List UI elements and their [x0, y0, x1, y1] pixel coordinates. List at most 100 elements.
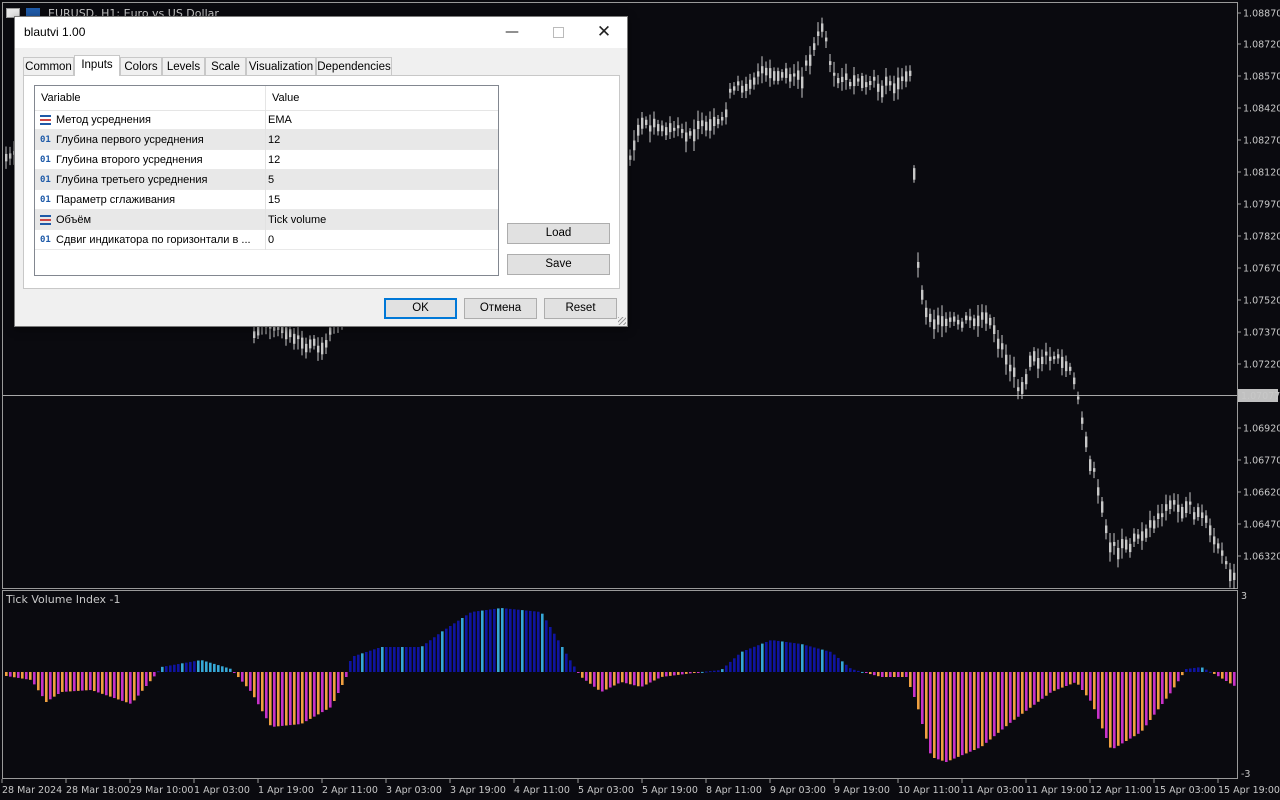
candle-body: [649, 125, 652, 132]
tab-inputs[interactable]: Inputs: [74, 55, 120, 76]
histogram-bar: [397, 647, 400, 672]
candle-body: [877, 83, 880, 92]
histogram-bar: [289, 672, 292, 726]
tab-dependencies[interactable]: Dependencies: [316, 57, 392, 75]
input-row-volume[interactable]: Объём Tick volume: [35, 210, 498, 230]
tab-levels[interactable]: Levels: [162, 57, 205, 75]
histogram-bar: [733, 658, 736, 672]
histogram-bar: [421, 646, 424, 672]
time-label: 3 Apr 19:00: [450, 785, 506, 796]
candle-body: [1117, 547, 1120, 560]
histogram-bar: [1097, 672, 1100, 719]
candle-body: [761, 66, 764, 74]
reset-button[interactable]: Reset: [544, 298, 617, 319]
histogram-bar: [373, 649, 376, 672]
histogram-bar: [81, 672, 84, 691]
histogram-bar: [553, 633, 556, 672]
input-value[interactable]: 12: [268, 150, 280, 170]
input-value[interactable]: 0: [268, 230, 274, 250]
candle-body: [9, 153, 12, 159]
tab-scale[interactable]: Scale: [205, 57, 246, 75]
cancel-button[interactable]: Отмена: [464, 298, 537, 319]
header-value[interactable]: Value: [272, 86, 299, 110]
input-value[interactable]: 15: [268, 190, 280, 210]
candle-body: [965, 315, 968, 321]
histogram-bar: [393, 647, 396, 672]
dialog-titlebar[interactable]: blautvi 1.00 — ✕: [15, 17, 627, 48]
histogram-bar: [461, 618, 464, 672]
histogram-bar: [1229, 672, 1232, 684]
histogram-bar: [641, 672, 644, 687]
candle-body: [893, 83, 896, 94]
candle-body: [821, 23, 824, 32]
grid-header: Variable Value: [35, 86, 498, 111]
histogram-bar: [1045, 672, 1048, 696]
histogram-bar: [913, 672, 916, 697]
candle-body: [737, 81, 740, 86]
histogram-bar: [185, 662, 188, 672]
tab-visualization[interactable]: Visualization: [246, 57, 316, 75]
histogram-bar: [481, 610, 484, 672]
input-row-method[interactable]: Метод усреднения EMA: [35, 110, 498, 130]
input-label: Сдвиг индикатора по горизонтали в ...: [56, 234, 251, 246]
time-label: 5 Apr 03:00: [578, 785, 634, 796]
close-button[interactable]: ✕: [581, 17, 627, 48]
input-row-depth1[interactable]: 01 Глубина первого усреднения 12: [35, 130, 498, 150]
histogram-bar: [849, 668, 852, 672]
ok-button[interactable]: OK: [384, 298, 457, 319]
histogram-bar: [437, 634, 440, 672]
histogram-bar: [409, 647, 412, 672]
histogram-bar: [1029, 672, 1032, 708]
input-row-smoothing[interactable]: 01 Параметр сглаживания 15: [35, 190, 498, 210]
histogram-bar: [1093, 672, 1096, 710]
histogram-bar: [1125, 672, 1128, 741]
inputs-grid[interactable]: Variable Value Метод усреднения EMA 01 Г…: [34, 85, 499, 276]
save-button[interactable]: Save: [507, 254, 610, 275]
histogram-bar: [1193, 667, 1196, 672]
load-button[interactable]: Load: [507, 223, 610, 244]
input-value[interactable]: Tick volume: [268, 210, 326, 230]
candle-body: [1149, 520, 1152, 528]
candle-body: [957, 319, 960, 325]
resize-grip-icon[interactable]: [618, 317, 626, 325]
histogram-bar: [425, 643, 428, 672]
input-value[interactable]: EMA: [268, 110, 292, 130]
candle-body: [869, 81, 872, 86]
header-divider[interactable]: [265, 86, 266, 110]
minimize-button[interactable]: —: [489, 17, 535, 48]
histogram-bar: [1153, 672, 1156, 715]
input-row-depth3[interactable]: 01 Глубина третьего усреднения 5: [35, 170, 498, 190]
input-value[interactable]: 12: [268, 130, 280, 150]
histogram-bar: [449, 626, 452, 672]
histogram-bar: [901, 672, 904, 677]
histogram-bar: [169, 665, 172, 672]
tab-common[interactable]: Common: [23, 57, 74, 75]
price-label: 1.07220: [1243, 360, 1280, 371]
candle-body: [1041, 356, 1044, 365]
histogram-bar: [105, 672, 108, 696]
histogram-bar: [993, 672, 996, 737]
histogram-bar: [601, 672, 604, 692]
candle-body: [1053, 356, 1056, 360]
maximize-button[interactable]: [535, 17, 581, 48]
input-value[interactable]: 5: [268, 170, 274, 190]
histogram-bar: [501, 608, 504, 672]
candle-body: [1157, 513, 1160, 519]
histogram-bar: [509, 608, 512, 672]
enum-icon: [40, 115, 51, 125]
candle-body: [865, 82, 868, 88]
histogram-bar: [941, 672, 944, 761]
histogram-bar: [145, 672, 148, 686]
input-row-depth2[interactable]: 01 Глубина второго усреднения 12: [35, 150, 498, 170]
histogram-bar: [541, 613, 544, 672]
histogram-bar: [61, 672, 64, 692]
histogram-bar: [837, 657, 840, 672]
histogram-bar: [745, 650, 748, 672]
header-variable[interactable]: Variable: [41, 86, 81, 110]
input-row-shift[interactable]: 01 Сдвиг индикатора по горизонтали в ...…: [35, 230, 498, 250]
candle-body: [1141, 531, 1144, 541]
histogram-bar: [585, 672, 588, 681]
tab-colors[interactable]: Colors: [120, 57, 162, 75]
histogram-bar: [381, 647, 384, 672]
histogram-bar: [521, 610, 524, 672]
